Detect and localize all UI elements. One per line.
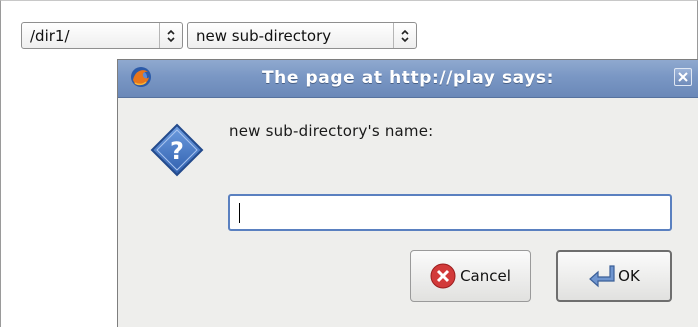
chevron-updown-icon [393,23,416,48]
cancel-button-label: Cancel [460,267,511,285]
svg-text:?: ? [170,137,184,165]
subdirectory-select-value: new sub-directory [196,26,332,45]
cancel-x-icon [430,263,456,289]
ok-button[interactable]: OK [556,250,672,302]
directory-select[interactable]: /dir1/ [21,22,183,49]
close-icon[interactable] [674,68,692,86]
page: /dir1/ new sub-directory The page at htt… [0,0,698,327]
prompt-dialog: The page at http://play says: ? new sub-… [117,59,698,327]
subdirectory-select[interactable]: new sub-directory [187,22,417,49]
prompt-label: new sub-directory's name: [229,122,434,140]
dialog-title: The page at http://play says: [261,68,555,88]
subdirectory-name-input[interactable] [228,194,672,231]
cancel-button[interactable]: Cancel [410,250,531,302]
dialog-titlebar[interactable]: The page at http://play says: [118,60,698,98]
question-icon: ? [149,122,205,178]
ok-button-label: OK [618,267,640,285]
text-caret [239,203,240,223]
return-arrow-icon [588,263,615,289]
directory-select-value: /dir1/ [30,26,70,45]
chevron-updown-icon [159,23,182,48]
